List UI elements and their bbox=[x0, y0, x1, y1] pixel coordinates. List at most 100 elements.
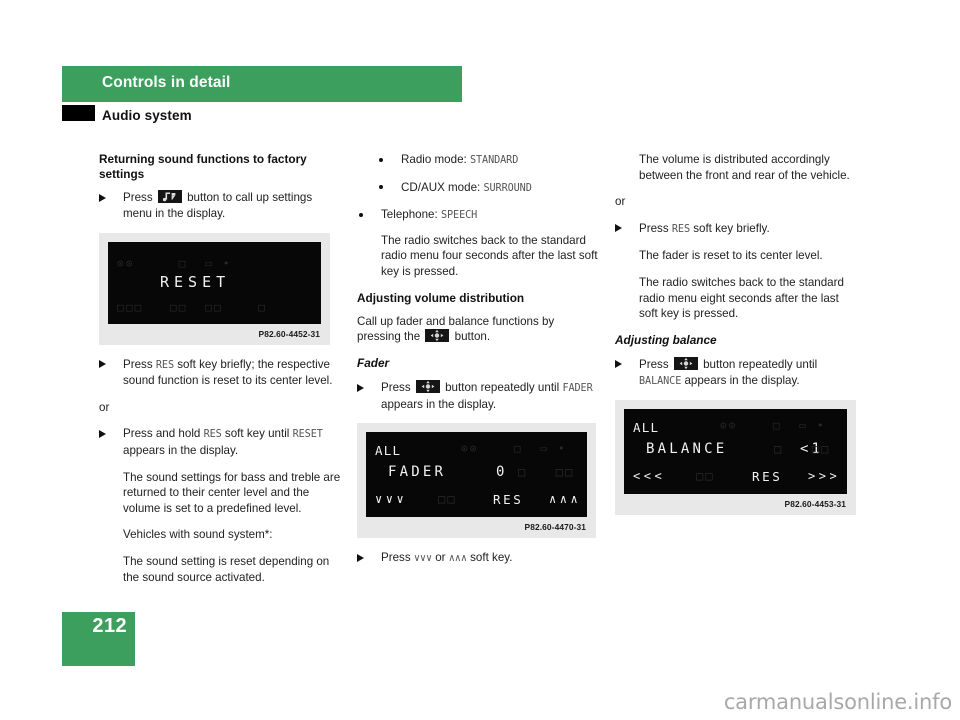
step-triangle-icon bbox=[99, 429, 106, 438]
screen-ghost-row-top: ⊙⊙ □ ▭ • bbox=[461, 442, 567, 456]
screen-row-all: ALL bbox=[633, 420, 660, 436]
figure-reset-display: ⊙⊙ □ ▭ • RESET □□□ □□ □□ □ P82.60-4452-3… bbox=[99, 232, 330, 345]
step-text-after: appears in the display. bbox=[123, 443, 239, 457]
screen-ghost-row-mid: □ □□ bbox=[774, 442, 831, 457]
bullet-dot-icon bbox=[359, 212, 364, 218]
softkey-up-token: ∧∧∧ bbox=[448, 553, 467, 565]
display-fader-token: FADER bbox=[562, 383, 593, 395]
figure-caption: P82.60-4452-31 bbox=[258, 328, 320, 339]
bullet-value-surround: SURROUND bbox=[483, 182, 532, 194]
screen-row-fader-value: 0 bbox=[496, 464, 508, 481]
figure-balance-display: ⊙⊙ □ ▭ • ALL BALANCE <1 □ □□ <<< □□ RES … bbox=[615, 400, 856, 516]
page-number: 212 bbox=[92, 615, 127, 637]
paragraph-vehicles-with-sound-system: Vehicles with sound system*: bbox=[123, 528, 273, 542]
step-text-before: Press bbox=[381, 381, 411, 395]
step-press-up-down-softkey: Press ∨∨∨ or ∧∧∧ soft key. bbox=[357, 550, 601, 567]
bullet-value-standard: STANDARD bbox=[469, 155, 519, 166]
step-text-mid: button repeatedly until bbox=[445, 381, 560, 395]
screen-row-balance-label: BALANCE bbox=[646, 441, 728, 458]
paragraph-sound-setting-reset: The sound setting is reset depending on … bbox=[123, 554, 330, 584]
section-marker-tab bbox=[62, 105, 95, 121]
display-reset-token: RESET bbox=[292, 429, 323, 441]
screen-main-text: RESET bbox=[160, 272, 231, 291]
screen-ghost-row-bottom: □□ bbox=[696, 469, 715, 484]
screen-ghost-row-top: ⊙⊙ □ ▭ • bbox=[117, 256, 232, 270]
step-triangle-icon bbox=[357, 553, 364, 562]
or-separator: or bbox=[615, 195, 626, 209]
step-text-after: soft key briefly; the respective sound f… bbox=[123, 357, 333, 388]
paragraph-volume-distributed: The volume is distributed accordingly be… bbox=[639, 153, 850, 182]
figure-caption: P82.60-4470-31 bbox=[524, 522, 586, 533]
heading-returning-sound-functions: Returning sound functions to factory set… bbox=[99, 152, 307, 182]
bullet-label: Radio mode: bbox=[401, 153, 467, 166]
step-press-res-briefly-fader: Press RES soft key briefly. bbox=[615, 221, 859, 238]
screen-softkey-right: >>> bbox=[808, 469, 841, 484]
step-press-sound-button: Press button to call up settings menu in… bbox=[99, 190, 343, 221]
bullet-radio-mode: Radio mode: STANDARD bbox=[357, 152, 601, 169]
bullet-dot-icon bbox=[379, 185, 384, 190]
screen-softkey-up: ∧∧∧ bbox=[549, 492, 582, 507]
step-triangle-icon bbox=[357, 383, 364, 392]
step-triangle-icon bbox=[615, 224, 622, 233]
fader-balance-button-icon bbox=[673, 356, 698, 370]
subheading-adjusting-balance: Adjusting balance bbox=[615, 332, 717, 347]
radio-screen-fader: ⊙⊙ □ ▭ • ALL FADER 0 □ □□ ∨∨∨ □□ RES ∧∧∧ bbox=[366, 432, 587, 518]
page-number-block: 212 bbox=[62, 612, 135, 666]
bullet-cd-aux-mode: CD/AUX mode: SURROUND bbox=[357, 180, 601, 197]
step-press-balance-button: Press button repeatedly until BALANCE ap… bbox=[615, 356, 859, 389]
radio-screen-balance: ⊙⊙ □ ▭ • ALL BALANCE <1 □ □□ <<< □□ RES … bbox=[624, 409, 847, 495]
column-three: The volume is distributed accordingly be… bbox=[615, 152, 859, 527]
step-text-after: appears in the display. bbox=[381, 397, 497, 411]
figure-caption: P82.60-4453-31 bbox=[784, 499, 846, 510]
section-title: Audio system bbox=[102, 108, 192, 123]
softkey-res-token: RES bbox=[671, 223, 690, 235]
bullet-label: CD/AUX mode: bbox=[401, 180, 481, 194]
step-text-before: Press bbox=[123, 357, 153, 371]
bullet-telephone: Telephone: SPEECH bbox=[357, 207, 601, 224]
screen-ghost-row-mid: □ □□ bbox=[518, 465, 575, 480]
softkey-res-token: RES bbox=[155, 359, 174, 371]
display-balance-token: BALANCE bbox=[639, 375, 682, 387]
step-text-before: Press and hold bbox=[123, 427, 201, 441]
or-separator: or bbox=[99, 400, 110, 414]
step-triangle-icon bbox=[99, 193, 106, 202]
step-text-before: Press bbox=[639, 357, 669, 371]
step-press-res-briefly: Press RES soft key briefly; the respecti… bbox=[99, 357, 343, 389]
softkey-res-token: RES bbox=[203, 429, 222, 441]
screen-softkey-left: <<< bbox=[633, 469, 666, 484]
step-text-before: Press bbox=[639, 221, 669, 235]
step-text-after: soft key. bbox=[470, 551, 513, 565]
heading-adjusting-volume-distribution: Adjusting volume distribution bbox=[357, 290, 525, 305]
bullet-dot-icon bbox=[379, 157, 384, 162]
fader-balance-button-icon bbox=[415, 380, 440, 394]
step-text-mid: button repeatedly until bbox=[703, 357, 818, 371]
step-text-before: Press bbox=[123, 191, 153, 205]
paragraph-call-up-fader-balance: Call up fader and balance functions by p… bbox=[357, 314, 601, 345]
chapter-header-band: Controls in detail bbox=[62, 66, 462, 102]
site-watermark: carmanualsonline.info bbox=[723, 690, 952, 714]
bullet-label: Telephone: bbox=[381, 208, 438, 222]
paragraph-sound-settings-returned: The sound settings for bass and treble a… bbox=[123, 470, 341, 515]
paragraph-radio-switches-eight-seconds: The radio switches back to the standard … bbox=[639, 275, 844, 321]
softkey-down-token: ∨∨∨ bbox=[413, 553, 432, 565]
screen-softkey-res: RES bbox=[493, 492, 524, 508]
step-text-after: appears in the display. bbox=[684, 373, 800, 387]
paragraph-fader-reset-center: The fader is reset to its center level. bbox=[639, 249, 823, 263]
chapter-title: Controls in detail bbox=[102, 74, 231, 91]
step-press-fader-button: Press button repeatedly until FADER appe… bbox=[357, 380, 601, 412]
step-text-after: soft key briefly. bbox=[693, 221, 770, 235]
subheading-fader: Fader bbox=[357, 355, 390, 370]
screen-ghost-row-top: ⊙⊙ □ ▭ • bbox=[720, 419, 826, 433]
step-triangle-icon bbox=[615, 360, 622, 369]
step-text-before: Press bbox=[381, 551, 411, 565]
column-two: Radio mode: STANDARD CD/AUX mode: SURROU… bbox=[357, 152, 601, 578]
fader-balance-button-icon bbox=[425, 329, 450, 343]
sound-settings-button-icon bbox=[157, 190, 182, 204]
radio-screen-reset: ⊙⊙ □ ▭ • RESET □□□ □□ □□ □ bbox=[108, 241, 321, 324]
column-one: Returning sound functions to factory set… bbox=[99, 152, 343, 585]
screen-row-all: ALL bbox=[375, 443, 402, 459]
screen-softkey-res: RES bbox=[752, 469, 783, 485]
paragraph-radio-switches-four-seconds: The radio switches back to the standard … bbox=[381, 233, 598, 278]
bullet-value-speech: SPEECH bbox=[440, 210, 478, 222]
paragraph-text-after: button. bbox=[454, 330, 491, 344]
